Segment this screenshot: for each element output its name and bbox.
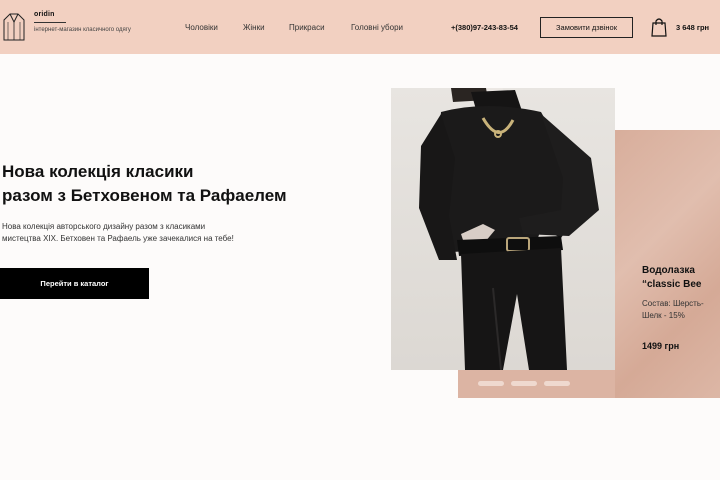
hero-title-line-1: Нова колекція класики	[2, 162, 194, 181]
nav-link-women[interactable]: Жінки	[243, 23, 265, 32]
site-header: oridin інтернет-магазин класичного одягу…	[0, 0, 720, 54]
composition-line-1: Состав: Шерсть-	[642, 299, 704, 308]
carousel-dot-2[interactable]	[511, 381, 537, 386]
jacket-logo-icon[interactable]	[2, 12, 26, 42]
composition-line-2: Шелк - 15%	[642, 311, 685, 320]
product-name-line-1: Водолазка	[642, 265, 695, 276]
brand-name[interactable]: oridin	[34, 11, 55, 18]
hero-title: Нова колекція класики разом з Бетховеном…	[2, 160, 382, 208]
callback-button[interactable]: Замовити дзвінок	[540, 17, 633, 38]
product-name-line-2: “classic Bee	[642, 279, 702, 290]
brand-tagline: інтернет-магазин класичного одягу	[34, 27, 131, 33]
go-to-catalog-button[interactable]: Перейти в каталог	[0, 268, 149, 299]
cart-total[interactable]: 3 648 грн	[676, 23, 709, 32]
hero-title-line-2: разом з Бетховеном та Рафаелем	[2, 186, 287, 205]
nav-link-hats[interactable]: Головні убори	[351, 23, 403, 32]
product-name[interactable]: Водолазка “classic Bee	[642, 264, 720, 292]
shopping-bag-icon[interactable]	[651, 17, 667, 37]
brand-underline	[34, 22, 66, 23]
carousel-dot-3[interactable]	[544, 381, 570, 386]
product-photo[interactable]	[391, 88, 615, 370]
carousel-dot-1[interactable]	[478, 381, 504, 386]
nav-link-men[interactable]: Чоловіки	[185, 23, 218, 32]
hero-description: Нова колекція авторського дизайну разом …	[2, 222, 234, 243]
nav-link-jewelry[interactable]: Прикраси	[289, 23, 325, 32]
product-price: 1499 грн	[642, 341, 680, 351]
model-illustration	[419, 88, 599, 370]
product-composition: Состав: Шерсть- Шелк - 15%	[642, 298, 720, 322]
phone-number-link[interactable]: +(380)97-243-83-54	[451, 23, 518, 32]
